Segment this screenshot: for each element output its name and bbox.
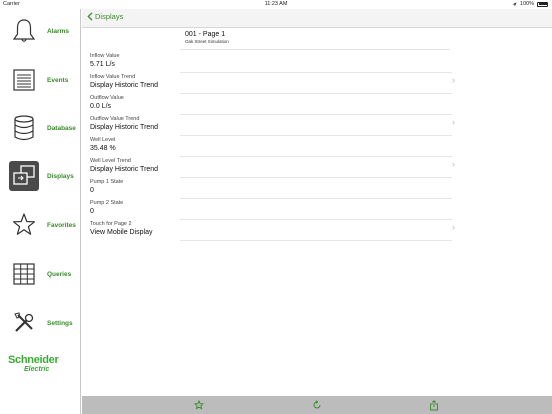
sidebar-item-displays[interactable]: Displays	[0, 154, 81, 198]
divider	[180, 219, 452, 220]
chevron-right-icon: ›	[452, 222, 455, 232]
divider	[180, 156, 452, 157]
back-label: Displays	[95, 12, 124, 21]
star-icon	[9, 210, 39, 240]
sidebar-item-settings[interactable]: Settings	[0, 301, 81, 345]
logo-line2: Electric	[24, 366, 50, 373]
row-value: Display Historic Trend	[90, 124, 159, 131]
row-label: Well Level	[90, 137, 116, 143]
sidebar-item-label: Settings	[47, 319, 73, 327]
chevron-right-icon: ›	[452, 75, 455, 85]
divider	[180, 72, 452, 73]
tools-icon	[9, 308, 39, 338]
location-icon	[512, 2, 517, 6]
page-subtitle: Oak Street Simulation	[185, 39, 229, 44]
bell-icon	[9, 16, 39, 46]
row-value: 0.0 L/s	[90, 103, 112, 110]
sidebar-item-label: Favorites	[47, 221, 76, 229]
sidebar-item-label: Queries	[47, 270, 72, 278]
chevron-left-icon	[87, 12, 93, 21]
sidebar-item-events[interactable]: Events	[0, 58, 81, 102]
divider	[180, 135, 452, 136]
favorite-button[interactable]	[193, 399, 205, 411]
star-icon	[194, 400, 204, 410]
database-icon	[9, 113, 39, 143]
sidebar-item-alarms[interactable]: Alarms	[0, 9, 81, 53]
row-value: Display Historic Trend	[90, 82, 159, 89]
row-label: Inflow Value	[90, 53, 120, 59]
display-content: 001 - Page 1 Oak Street Simulation Inflo…	[82, 28, 552, 396]
row-value: Display Historic Trend	[90, 166, 159, 173]
list-item: Outflow Value 0.0 L/s	[90, 95, 452, 115]
list-item[interactable]: Well Level Trend Display Historic Trend …	[90, 158, 455, 178]
list-item[interactable]: Inflow Value Trend Display Historic Tren…	[90, 74, 455, 94]
refresh-icon	[313, 400, 321, 409]
sidebar-item-label: Displays	[47, 172, 74, 180]
back-button[interactable]: Displays	[87, 12, 123, 21]
list-item: Inflow Value 5.71 L/s	[90, 53, 452, 73]
page-header: 001 - Page 1 Oak Street Simulation	[185, 31, 229, 44]
schneider-electric-logo: Schneider Electric	[8, 355, 74, 374]
share-button[interactable]	[428, 399, 440, 411]
page-title: 001 - Page 1	[185, 31, 226, 38]
row-label: Outflow Value	[90, 95, 124, 101]
row-label: Well Level Trend	[90, 158, 131, 164]
row-label: Pump 2 State	[90, 200, 124, 206]
list-item[interactable]: Touch for Page 2 View Mobile Display ›	[90, 221, 455, 241]
row-value: 5.71 L/s	[90, 61, 115, 68]
divider	[180, 198, 452, 199]
clock: 11:23 AM	[264, 1, 288, 7]
battery-icon	[537, 1, 548, 7]
grid-icon	[9, 259, 39, 289]
status-bar: Carrier 11:23 AM 100%	[0, 0, 552, 9]
list-icon	[9, 65, 39, 95]
logo-line1: Schneider	[8, 354, 59, 366]
sidebar: Alarms Events Database Displays Favorite…	[0, 9, 81, 414]
list-item: Well Level 35.48 %	[90, 137, 452, 157]
row-label: Outflow Value Trend	[90, 116, 140, 122]
row-value: 0	[90, 208, 94, 215]
sidebar-item-label: Alarms	[47, 27, 70, 35]
divider	[180, 240, 452, 241]
sidebar-item-label: Events	[47, 76, 69, 84]
sidebar-item-label: Database	[47, 124, 76, 132]
chevron-right-icon: ›	[452, 117, 455, 127]
row-label: Pump 1 State	[90, 179, 124, 185]
refresh-button[interactable]	[311, 399, 323, 411]
row-value: 35.48 %	[90, 145, 116, 152]
divider	[180, 177, 452, 178]
status-right: 100%	[512, 1, 548, 7]
battery-percent: 100%	[519, 1, 534, 7]
list-item: Pump 2 State 0	[90, 200, 452, 220]
chevron-right-icon: ›	[452, 159, 455, 169]
list-item[interactable]: Outflow Value Trend Display Historic Tre…	[90, 116, 455, 136]
bottom-toolbar	[82, 396, 552, 414]
displays-icon	[9, 161, 39, 191]
divider	[180, 49, 450, 50]
row-label: Touch for Page 2	[90, 221, 132, 227]
share-icon	[430, 399, 438, 410]
row-value: 0	[90, 187, 94, 194]
sidebar-item-database[interactable]: Database	[0, 106, 81, 150]
navigation-bar: Displays	[82, 9, 552, 28]
divider	[180, 93, 452, 94]
sidebar-item-queries[interactable]: Queries	[0, 252, 81, 296]
row-label: Inflow Value Trend	[90, 74, 136, 80]
list-item: Pump 1 State 0	[90, 179, 452, 199]
divider	[180, 114, 452, 115]
row-value: View Mobile Display	[90, 229, 153, 236]
sidebar-item-favorites[interactable]: Favorites	[0, 203, 81, 247]
